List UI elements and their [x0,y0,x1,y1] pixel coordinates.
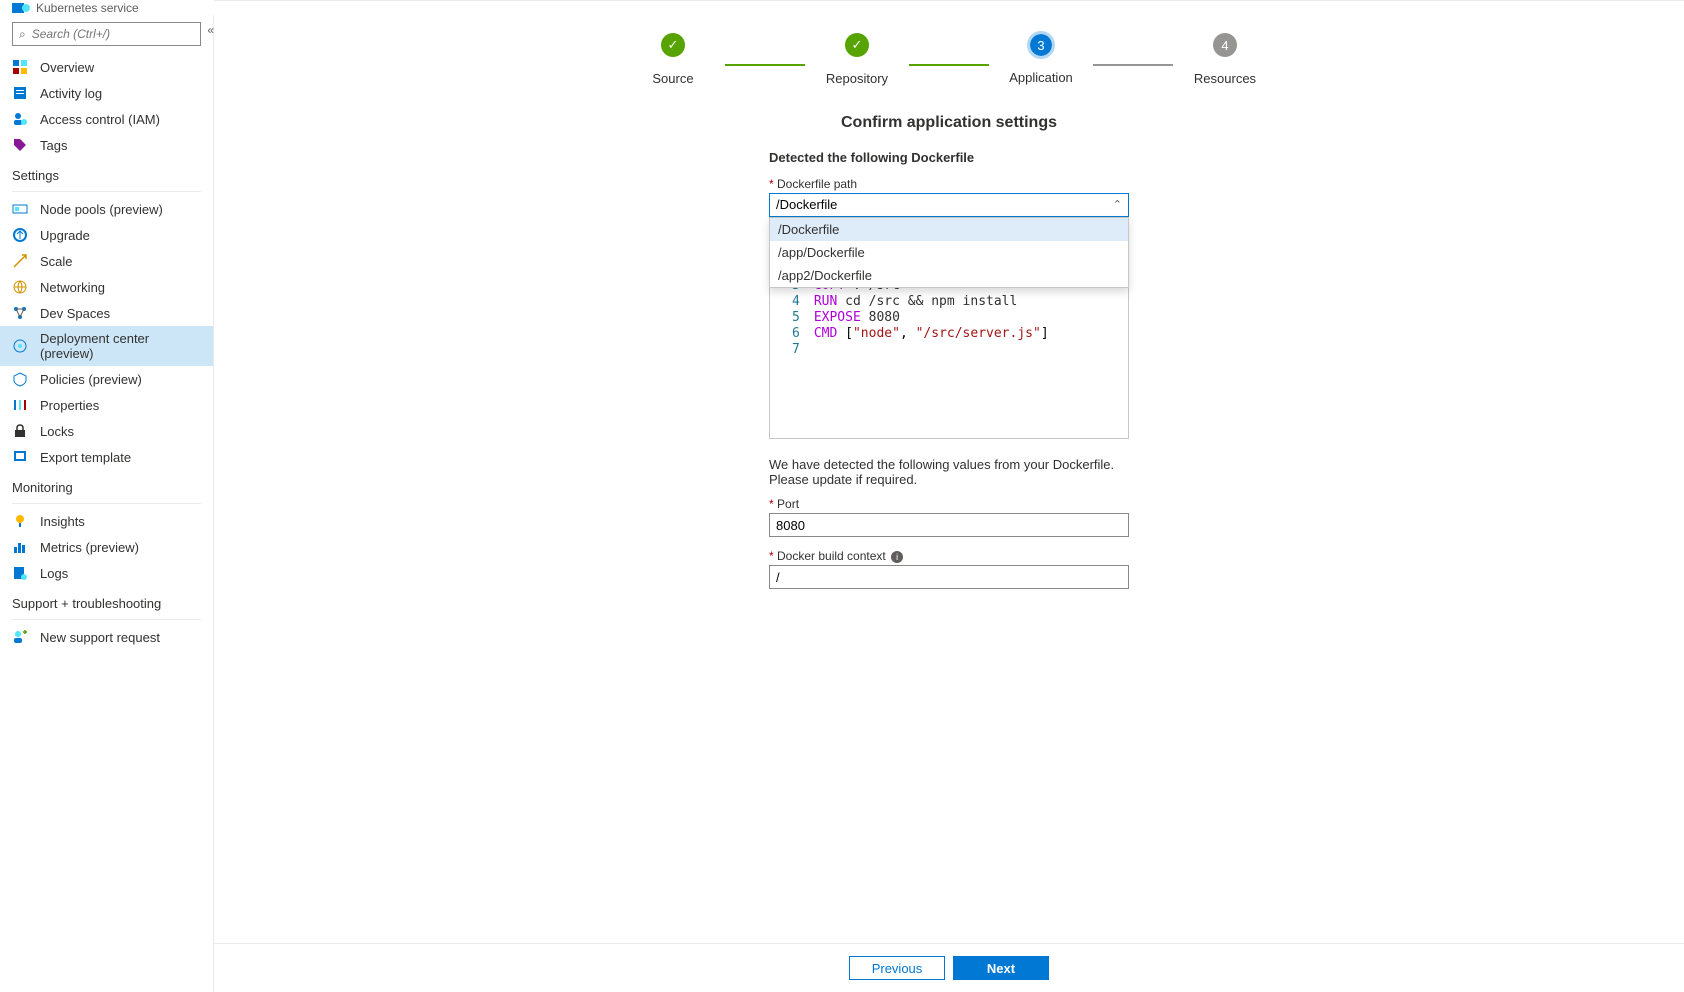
sidebar-search[interactable]: ⌕ [12,22,201,46]
properties-icon [12,397,28,413]
step-connector [1093,64,1173,66]
step-connector [725,64,805,66]
step-application[interactable]: 3 Application [989,34,1093,85]
build-context-label: * Docker build context i [769,549,1129,563]
step-number: 3 [1030,34,1052,56]
dockerfile-path-label: * Dockerfile path [769,177,1129,191]
nav-export-template[interactable]: Export template [0,444,213,470]
nav-label: Upgrade [40,228,90,243]
dropdown-option[interactable]: /app/Dockerfile [770,241,1128,264]
dropdown-option[interactable]: /Dockerfile [770,218,1128,241]
next-button[interactable]: Next [953,956,1049,980]
nav-scale[interactable]: Scale [0,248,213,274]
nav-node-pools[interactable]: Node pools (preview) [0,196,213,222]
locks-icon [12,423,28,439]
nav-access-control[interactable]: Access control (IAM) [0,106,213,132]
chevron-up-icon[interactable]: ⌃ [1113,198,1122,211]
nav-upgrade[interactable]: Upgrade [0,222,213,248]
sidebar-collapse-icon[interactable]: « [207,23,214,37]
port-input[interactable] [769,513,1129,537]
nav-label: New support request [40,630,160,645]
upgrade-icon [12,227,28,243]
nav-label: Node pools (preview) [40,202,163,217]
dockerfile-dropdown: /Dockerfile /app/Dockerfile /app2/Docker… [769,217,1129,288]
support-icon [12,629,28,645]
nav-section-settings: Settings [0,158,213,187]
step-check-icon: ✓ [661,33,685,57]
nav-dev-spaces[interactable]: Dev Spaces [0,300,213,326]
nav-tags[interactable]: Tags [0,132,213,158]
step-source[interactable]: ✓ Source [621,33,725,86]
nav-policies[interactable]: Policies (preview) [0,366,213,392]
nav-label: Locks [40,424,74,439]
scale-icon [12,253,28,269]
port-label: * Port [769,497,1129,511]
metrics-icon [12,539,28,555]
nav-label: Scale [40,254,73,269]
step-resources[interactable]: 4 Resources [1173,33,1277,86]
nav-label: Properties [40,398,99,413]
nav-label: Overview [40,60,94,75]
service-type-header: Kubernetes service [0,0,214,15]
search-input[interactable] [32,27,194,41]
nav-networking[interactable]: Networking [0,274,213,300]
deployment-center-icon [12,338,28,354]
nav-new-support-request[interactable]: New support request [0,624,213,650]
nav-overview[interactable]: Overview [0,54,213,80]
nav-label: Deployment center (preview) [40,331,201,361]
logs-icon [12,565,28,581]
nav-insights[interactable]: Insights [0,508,213,534]
dockerfile-path-input[interactable] [770,194,1104,215]
info-icon[interactable]: i [891,551,903,563]
overview-icon [12,59,28,75]
nav-activity-log[interactable]: Activity log [0,80,213,106]
search-icon: ⌕ [19,27,26,42]
step-repository[interactable]: ✓ Repository [805,33,909,86]
nav-label: Access control (IAM) [40,112,160,127]
activity-log-icon [12,85,28,101]
dockerfile-path-combo[interactable]: ⌃ /Dockerfile /app/Dockerfile /app2/Dock… [769,193,1129,217]
build-context-input[interactable] [769,565,1129,589]
nav-label: Metrics (preview) [40,540,139,555]
node-pools-icon [12,201,28,217]
nav-label: Activity log [40,86,102,101]
main-content: ✓ Source ✓ Repository 3 Application 4 Re… [214,0,1684,992]
detected-description: We have detected the following values fr… [769,457,1129,487]
previous-button[interactable]: Previous [849,956,945,980]
step-check-icon: ✓ [845,33,869,57]
service-type-label: Kubernetes service [36,1,139,15]
nav-label: Dev Spaces [40,306,110,321]
export-template-icon [12,449,28,465]
form-area: Detected the following Dockerfile * Dock… [769,150,1129,589]
stepper: ✓ Source ✓ Repository 3 Application 4 Re… [621,33,1277,86]
step-connector [909,64,989,66]
dev-spaces-icon [12,305,28,321]
insights-icon [12,513,28,529]
nav-label: Networking [40,280,105,295]
nav-logs[interactable]: Logs [0,560,213,586]
step-number: 4 [1213,33,1237,57]
nav-label: Insights [40,514,85,529]
policies-icon [12,371,28,387]
sidebar: « ⌕ Overview Activity log Access control… [0,0,214,992]
tags-icon [12,137,28,153]
nav-deployment-center[interactable]: Deployment center (preview) [0,326,213,366]
dropdown-option[interactable]: /app2/Dockerfile [770,264,1128,287]
networking-icon [12,279,28,295]
nav-properties[interactable]: Properties [0,392,213,418]
nav-label: Export template [40,450,131,465]
wizard-footer: Previous Next [214,943,1684,992]
page-title: Confirm application settings [841,114,1057,132]
nav-label: Policies (preview) [40,372,142,387]
nav-label: Tags [40,138,67,153]
detected-heading: Detected the following Dockerfile [769,150,1129,165]
access-control-icon [12,111,28,127]
nav-label: Logs [40,566,68,581]
nav-section-monitoring: Monitoring [0,470,213,499]
nav-locks[interactable]: Locks [0,418,213,444]
nav-section-support: Support + troubleshooting [0,586,213,615]
nav-metrics[interactable]: Metrics (preview) [0,534,213,560]
